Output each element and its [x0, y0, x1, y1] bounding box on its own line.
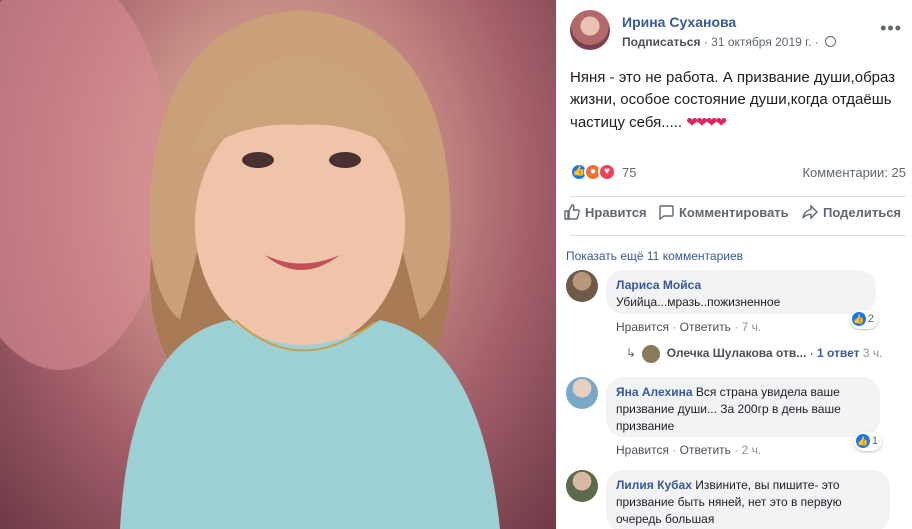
- like-count: 2: [867, 313, 874, 325]
- comment-time[interactable]: 2 ч.: [742, 443, 762, 457]
- reply-author: Олечка Шулакова отв...: [666, 346, 807, 361]
- reply-count: 1 ответ: [817, 346, 860, 361]
- commenter-avatar[interactable]: [566, 270, 598, 302]
- comment-like-count[interactable]: 👍 1: [853, 432, 882, 451]
- reply-arrow-icon: ↳: [626, 346, 637, 361]
- post-actions: Нравится Комментировать Поделиться: [564, 204, 910, 228]
- reactions-bar[interactable]: 👍 ● ♥ 75 Комментарии: 25: [570, 163, 906, 183]
- share-button[interactable]: Поделиться: [802, 204, 901, 220]
- replies-summary[interactable]: ↳ Олечка Шулакова отв... · 1 ответ 3 ч.: [626, 345, 906, 363]
- divider: [570, 235, 906, 236]
- comment-actions: Нравится · Ответить · 7 ч.: [616, 320, 762, 334]
- like-label: Нравится: [585, 204, 647, 220]
- meta-separator: ·: [814, 35, 819, 49]
- divider: [570, 196, 906, 197]
- meta-separator: ·: [703, 35, 708, 49]
- comment-label: Комментировать: [679, 204, 789, 220]
- commenter-avatar[interactable]: [566, 377, 598, 409]
- hearts-emoji: ❤❤❤❤: [686, 114, 727, 130]
- like-count: 1: [871, 435, 878, 447]
- like-badge-icon: 👍: [851, 312, 866, 326]
- comment-item: Лилия Кубах Извините, вы пишите- это при…: [566, 470, 906, 529]
- more-icon[interactable]: •••: [880, 18, 902, 39]
- like-button[interactable]: Нравится: [564, 204, 647, 220]
- post-text: Няня - это не работа. А призвание души,о…: [570, 67, 906, 134]
- post-photo[interactable]: [0, 0, 556, 529]
- post-panel: Ирина Суханова Подписаться · 31 октября …: [556, 0, 912, 529]
- subscribe-link[interactable]: Подписаться: [622, 35, 700, 49]
- comment-time[interactable]: 7 ч.: [742, 320, 762, 334]
- comment-reply-link[interactable]: Ответить: [680, 320, 731, 334]
- comment-item: Яна Алехина Вся страна увидела ваше приз…: [566, 377, 906, 457]
- globe-icon: [825, 36, 837, 47]
- share-arrow-icon: [802, 204, 818, 220]
- commenter-name[interactable]: Лилия Кубах: [616, 478, 692, 492]
- comment-bubble: Лилия Кубах Извините, вы пишите- это при…: [606, 470, 890, 529]
- comment-bubble-icon: [659, 205, 674, 220]
- post-date[interactable]: 31 октября 2019 г.: [711, 35, 811, 49]
- comment-bubble: Яна Алехина Вся страна увидела ваше приз…: [606, 377, 882, 451]
- commenter-name[interactable]: Лариса Мойса: [616, 277, 866, 294]
- reaction-count[interactable]: 75: [622, 165, 636, 180]
- comment-like-link[interactable]: Нравится: [616, 320, 669, 334]
- show-more-comments-link[interactable]: Показать ещё 11 комментариев: [566, 249, 743, 263]
- thumbs-up-icon: [564, 204, 580, 220]
- post-body: Няня - это не работа. А призвание души,о…: [570, 69, 896, 131]
- share-label: Поделиться: [823, 204, 902, 220]
- photo-illustration: [0, 0, 500, 529]
- comment-like-link[interactable]: Нравится: [616, 443, 669, 457]
- reply-time: 3 ч.: [862, 346, 883, 361]
- separator: ·: [809, 346, 814, 361]
- comment-button[interactable]: Комментировать: [658, 204, 789, 220]
- post-header: Ирина Суханова Подписаться · 31 октября …: [570, 10, 906, 54]
- like-badge-icon: 👍: [855, 434, 870, 448]
- love-reaction-icon: ♥: [598, 163, 616, 181]
- post-meta: Подписаться · 31 октября 2019 г. ·: [622, 35, 837, 49]
- comment-reply-link[interactable]: Ответить: [680, 443, 731, 457]
- commenter-name[interactable]: Яна Алехина: [616, 385, 693, 399]
- comment-like-count[interactable]: 👍 2: [849, 310, 878, 329]
- comment-actions: Нравится · Ответить · 2 ч.: [616, 443, 762, 457]
- reply-avatar: [642, 345, 661, 363]
- author-avatar[interactable]: [570, 10, 610, 50]
- commenter-avatar[interactable]: [566, 470, 598, 502]
- comment-bubble: Лариса Мойса Убийца...мразь..пожизненное…: [606, 270, 878, 329]
- comment-item: Лариса Мойса Убийца...мразь..пожизненное…: [566, 270, 906, 334]
- comment-text: Убийца...мразь..пожизненное: [616, 295, 781, 309]
- comments-count[interactable]: Комментарии: 25: [802, 165, 906, 180]
- author-name[interactable]: Ирина Суханова: [622, 14, 736, 30]
